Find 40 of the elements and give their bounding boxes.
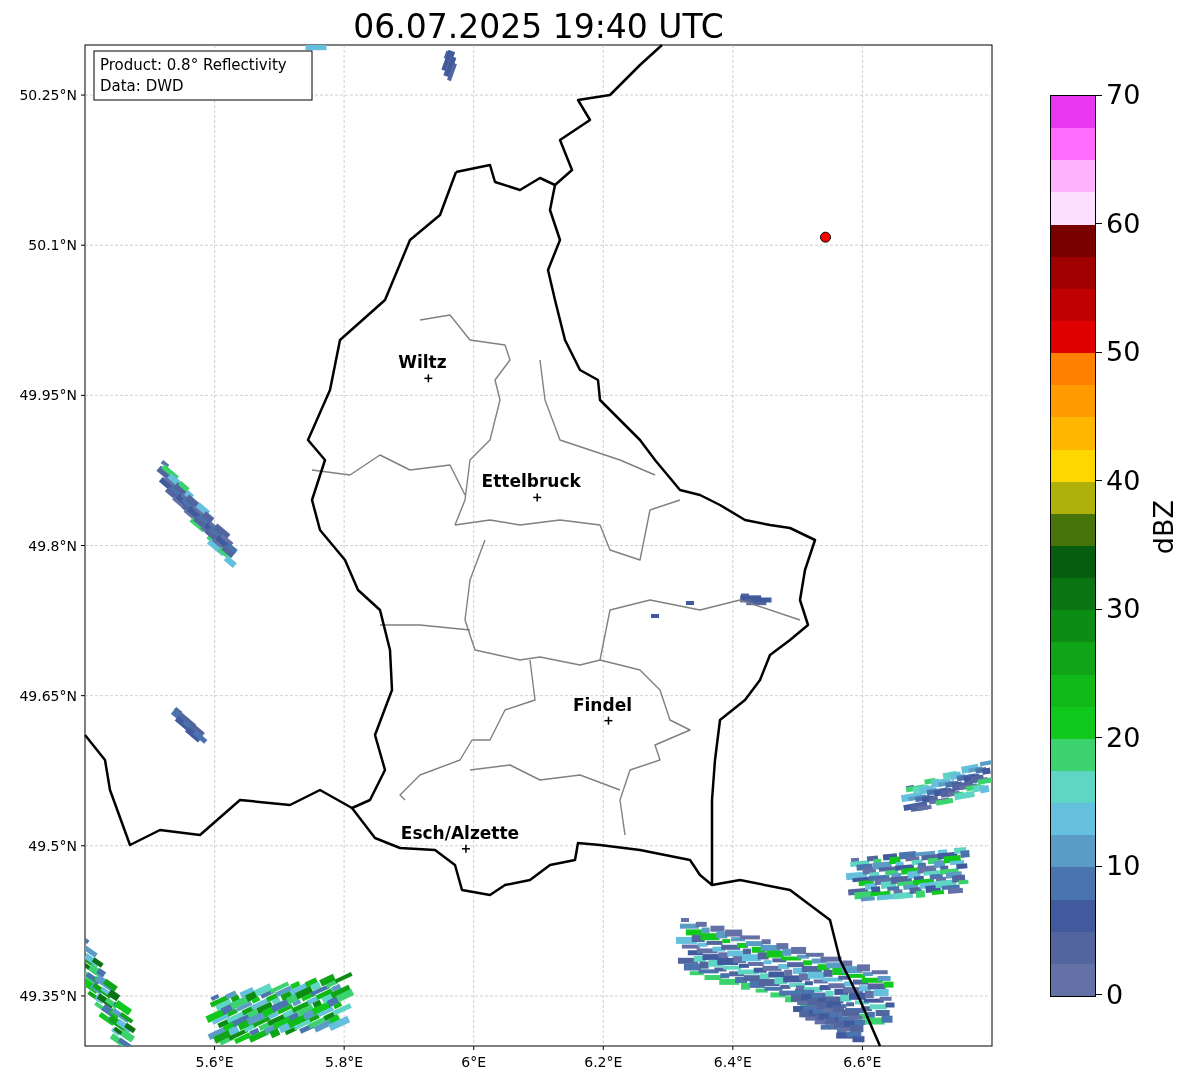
scale-tick-label: 40 [1106,465,1141,496]
axis-tick-label: 6.6°E [843,1054,882,1070]
place-marker [532,492,542,503]
radar-echo [651,614,659,618]
scale-tick-label: 10 [1106,851,1141,882]
place-marker [603,715,614,726]
place-marker [423,373,434,384]
axis-tick-label: 49.65°N [19,687,77,704]
axis-tick-label: 49.5°N [28,837,77,854]
radar-echo [170,706,208,744]
scale-tick-label: 70 [1106,80,1141,110]
axis-tick-label: 49.35°N [19,987,77,1004]
scale-title: dBZ [1148,500,1180,555]
radar-echo [686,601,694,605]
axis-tick-label: 6°E [461,1054,487,1070]
axis-tick-label: 50.25°N [19,87,77,104]
info-text: Data: DWD [100,77,184,95]
place-marker [461,844,471,854]
place-label: Ettelbruck [481,471,581,492]
chart-title: 06.07.2025 19:40 UTC [353,7,724,46]
radar-echo [740,593,772,606]
location-dot [820,231,831,243]
axis-tick-label: 49.95°N [19,387,77,404]
scale-tick-label: 0 [1106,979,1124,1010]
place-label: Esch/Alzette [400,822,520,843]
scale-tick-label: 20 [1106,722,1141,753]
scale-tick-label: 50 [1106,337,1141,368]
axis-tick-label: 5.8°E [325,1054,364,1070]
scale-tick-label: 60 [1106,208,1141,239]
place-label: Findel [572,694,632,715]
radar-echo [305,45,327,51]
axis-tick-label: 49.8°N [28,537,77,554]
radar-echo [441,49,457,82]
axis-tick-label: 6.2°E [584,1054,623,1070]
axis-tick-label: 6.4°E [713,1054,752,1070]
axis-tick-label: 50.1°N [28,237,77,254]
scale-tick-label: 30 [1106,594,1141,625]
place-label: Wiltz [398,352,447,373]
axis-tick-label: 5.6°E [195,1054,234,1070]
info-text: Product: 0.8° Reflectivity [100,56,287,74]
